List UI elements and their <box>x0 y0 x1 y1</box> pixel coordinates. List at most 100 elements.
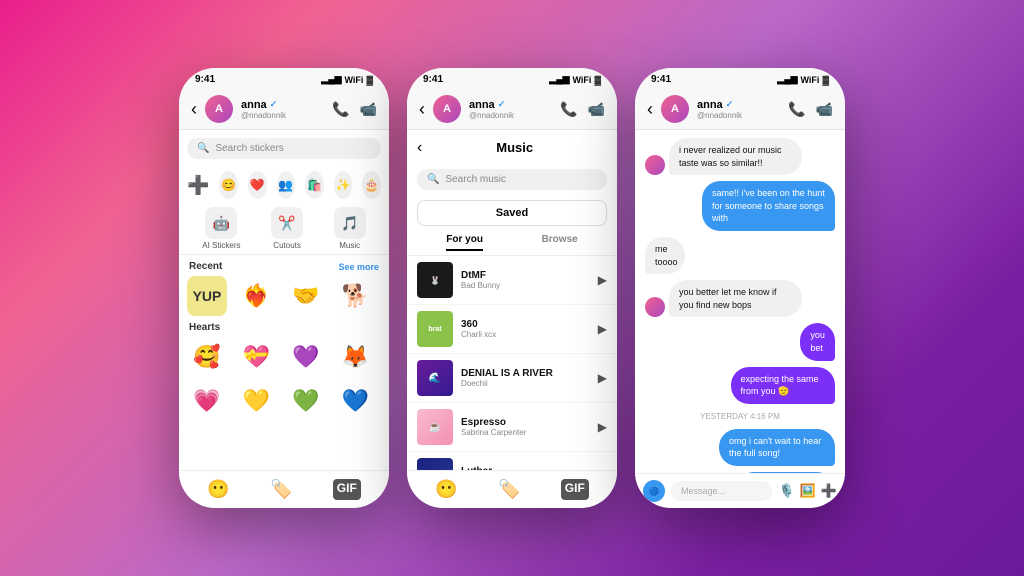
image-icon[interactable]: 🖼️ <box>800 483 816 499</box>
back-button-2[interactable]: ‹ <box>419 99 425 120</box>
verified-badge-2: ✓ <box>498 99 506 110</box>
msg-bubble: me toooo <box>645 237 685 274</box>
hearts-label: Hearts <box>189 322 220 333</box>
emoji-action[interactable]: 😊 <box>219 171 238 199</box>
header-info-2: anna ✓ @nnadonnik <box>469 99 552 120</box>
video-icon-1[interactable]: 📹 <box>360 101 377 118</box>
gif-bottom-icon[interactable]: GIF <box>333 479 361 500</box>
category-music[interactable]: 🎵 Music <box>334 207 366 250</box>
face-bottom-icon-2[interactable]: 😶 <box>435 479 457 500</box>
song-denial: DENIAL IS A RIVER <box>461 368 590 379</box>
category-ai[interactable]: 🤖 AI Stickers <box>202 207 240 250</box>
msg-row: you bet <box>785 323 835 360</box>
sticker-bottom-icon[interactable]: 🏷️ <box>270 479 292 500</box>
see-more-button[interactable]: See more <box>338 262 379 272</box>
artist-espresso: Sabrina Carpenter <box>461 428 590 437</box>
msg-bubble: omg i can't wait to hear the full song! <box>719 429 835 466</box>
search-icon-sticker: 🔍 <box>197 143 209 154</box>
face-bottom-icon[interactable]: 😶 <box>207 479 229 500</box>
sticker-bottom-icon-2[interactable]: 🏷️ <box>498 479 520 500</box>
list-item[interactable]: ☕ Espresso Sabrina Carpenter ▶ <box>407 403 617 452</box>
tab-for-you[interactable]: For you <box>446 234 483 251</box>
msg-bubble: you bet <box>800 323 835 360</box>
sticker-h4[interactable]: 🦊 <box>336 337 376 377</box>
music-list: 🐰 DtMF Bad Bunny ▶ brat 360 Charli xcx ▶… <box>407 256 617 470</box>
chat-input-icons: 🎙️ 🖼️ ➕ <box>778 483 837 499</box>
heart-action[interactable]: ❤️ <box>248 171 267 199</box>
sticker-hands[interactable]: 🤝 <box>286 276 326 316</box>
sticker-h6[interactable]: 💛 <box>237 381 277 421</box>
list-item[interactable]: 🐰 DtMF Bad Bunny ▶ <box>407 256 617 305</box>
chat-input-avatar: 🔵 <box>643 480 665 502</box>
msg-bubble: same!! i've been on the hunt for someone… <box>702 181 835 231</box>
call-icon-3[interactable]: 📞 <box>788 101 805 118</box>
sticker-search[interactable]: 🔍 Search stickers <box>187 138 381 159</box>
sticker-h1[interactable]: 🥰 <box>187 337 227 377</box>
tab-browse[interactable]: Browse <box>542 234 578 251</box>
group-action[interactable]: 👥 <box>277 171 296 199</box>
gif-bottom-icon-2[interactable]: GIF <box>561 479 589 500</box>
time-2: 9:41 <box>423 74 443 85</box>
mic-icon[interactable]: 🎙️ <box>778 483 794 499</box>
message-input[interactable]: Message... <box>671 481 772 501</box>
play-espresso[interactable]: ▶ <box>598 420 607 434</box>
sticker-h8[interactable]: 💙 <box>336 381 376 421</box>
info-denial: DENIAL IS A RIVER Doechii <box>461 368 590 388</box>
list-item[interactable]: 🎤 Luther Kendrick Lamar, SZA ▶ <box>407 452 617 470</box>
back-button-3[interactable]: ‹ <box>647 99 653 120</box>
play-dtmf[interactable]: ▶ <box>598 273 607 287</box>
song-dtmf: DtMF <box>461 270 590 281</box>
hearts-section-header: Hearts <box>179 316 389 337</box>
sticker-h5[interactable]: 💗 <box>187 381 227 421</box>
recent-label: Recent <box>189 261 222 272</box>
header-info-1: anna ✓ @nnadonnik <box>241 99 324 120</box>
verified-badge-3: ✓ <box>726 99 734 110</box>
call-icon-2[interactable]: 📞 <box>560 101 577 118</box>
msg-row: you better let me know if you find new b… <box>645 280 835 317</box>
sticker-dog[interactable]: 🐕 <box>336 276 376 316</box>
status-icons-3: ▂▄▆ WiFi ▓ <box>777 74 829 85</box>
sticker-heart1[interactable]: ❤️‍🔥 <box>237 276 277 316</box>
cutouts-label: Cutouts <box>273 241 301 250</box>
back-button-1[interactable]: ‹ <box>191 99 197 120</box>
music-cat-icon: 🎵 <box>334 207 366 239</box>
sparkle-action[interactable]: ✨ <box>334 171 353 199</box>
header-actions-1: 📞 📹 <box>332 101 377 118</box>
info-360: 360 Charli xcx <box>461 319 590 339</box>
shop-action[interactable]: 🛍️ <box>305 171 324 199</box>
msg-row: me toooo <box>645 237 703 274</box>
music-tabs: For you Browse <box>407 230 617 256</box>
saved-button[interactable]: Saved <box>417 200 607 226</box>
msg-bubble: you better let me know if you find new b… <box>669 280 802 317</box>
video-icon-2[interactable]: 📹 <box>588 101 605 118</box>
ai-icon: 🤖 <box>205 207 237 239</box>
list-item[interactable]: 🌊 DENIAL IS A RIVER Doechii ▶ <box>407 354 617 403</box>
header-username-1: @nnadonnik <box>241 111 324 120</box>
sticker-h3[interactable]: 💜 <box>286 337 326 377</box>
play-denial[interactable]: ▶ <box>598 371 607 385</box>
msg-row: expecting the same from you 🫡 <box>686 367 835 404</box>
sticker-h2[interactable]: 💝 <box>237 337 277 377</box>
add-icon-chat[interactable]: ➕ <box>821 483 837 499</box>
list-item[interactable]: brat 360 Charli xcx ▶ <box>407 305 617 354</box>
play-360[interactable]: ▶ <box>598 322 607 336</box>
music-search[interactable]: 🔍 Search music <box>417 169 607 190</box>
sticker-yup[interactable]: YUP <box>187 276 227 316</box>
music-bottom-bar: 😶 🏷️ GIF <box>407 470 617 508</box>
video-icon-3[interactable]: 📹 <box>816 101 833 118</box>
status-bar-1: 9:41 ▂▄▆ WiFi ▓ <box>179 68 389 89</box>
header-info-3: anna ✓ @nnadonnik <box>697 99 780 120</box>
msg-bubble: expecting the same from you 🫡 <box>731 367 835 404</box>
chat-header-3: ‹ A anna ✓ @nnadonnik 📞 📹 <box>635 89 845 130</box>
call-icon-1[interactable]: 📞 <box>332 101 349 118</box>
artist-360: Charli xcx <box>461 330 590 339</box>
sticker-h7[interactable]: 💚 <box>286 381 326 421</box>
info-espresso: Espresso Sabrina Carpenter <box>461 417 590 437</box>
sticker-bottom-bar: 😶 🏷️ GIF <box>179 470 389 508</box>
time-1: 9:41 <box>195 74 215 85</box>
status-bar-2: 9:41 ▂▄▆ WiFi ▓ <box>407 68 617 89</box>
hearts-stickers-grid: 🥰 💝 💜 🦊 💗 💛 💚 💙 <box>179 337 389 421</box>
category-cutouts[interactable]: ✂️ Cutouts <box>271 207 303 250</box>
add-icon[interactable]: ➕ <box>187 175 209 196</box>
cake-action[interactable]: 🎂 <box>362 171 381 199</box>
